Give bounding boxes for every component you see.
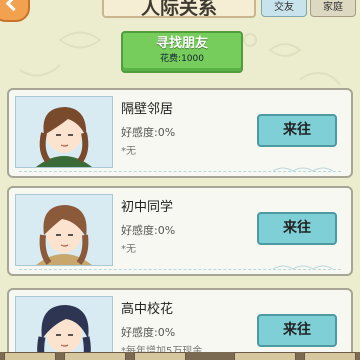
contact-name: 隔壁邻居 <box>121 102 174 117</box>
neighbor-portrait <box>15 96 113 168</box>
contact-note: *无 <box>121 244 136 255</box>
bottom-nav-slot[interactable] <box>64 352 126 360</box>
find-friend-label: 寻找朋友 <box>155 36 208 51</box>
contact-affinity: 好感度:0% <box>121 224 176 237</box>
bottom-nav-slot[interactable] <box>304 352 356 360</box>
back-arrow-icon <box>5 0 22 12</box>
contact-card-neighbor: 隔壁邻居 好感度:0% *无 来往 <box>7 88 353 178</box>
contact-card-school-beauty: 高中校花 好感度:0% *每年增加5万现金 来往 <box>7 288 353 360</box>
page-title: 人际关系 <box>102 0 256 18</box>
tab-friends[interactable]: 交友 <box>261 0 307 17</box>
find-friend-cost: 花费:1000 <box>160 54 204 64</box>
tab-family[interactable]: 家庭 <box>310 0 356 17</box>
contact-note: *无 <box>121 146 136 157</box>
visit-button[interactable]: 来往 <box>257 212 337 245</box>
grass-decoration <box>273 167 333 172</box>
bottom-nav-slot[interactable] <box>4 352 56 360</box>
visit-button[interactable]: 来往 <box>257 114 337 147</box>
relationships-screen: 人际关系 交友 家庭 寻找朋友 花费:1000 隔壁邻居 好感度:0% *无 来… <box>0 0 360 360</box>
contact-affinity: 好感度:0% <box>121 126 176 139</box>
bottom-nav-slot[interactable] <box>134 352 186 360</box>
contact-name: 初中同学 <box>121 200 174 215</box>
visit-button[interactable]: 来往 <box>257 314 337 347</box>
back-button[interactable] <box>0 0 30 22</box>
school-beauty-portrait <box>15 296 113 360</box>
classmate-portrait <box>15 194 113 266</box>
contact-card-classmate: 初中同学 好感度:0% *无 来往 <box>7 186 353 276</box>
bottom-nav-slot[interactable] <box>234 352 296 360</box>
grass-decoration <box>273 265 333 270</box>
header: 人际关系 交友 家庭 <box>0 0 360 22</box>
contact-name: 高中校花 <box>121 302 174 317</box>
contact-affinity: 好感度:0% <box>121 326 176 339</box>
find-friend-button[interactable]: 寻找朋友 花费:1000 <box>121 31 243 73</box>
